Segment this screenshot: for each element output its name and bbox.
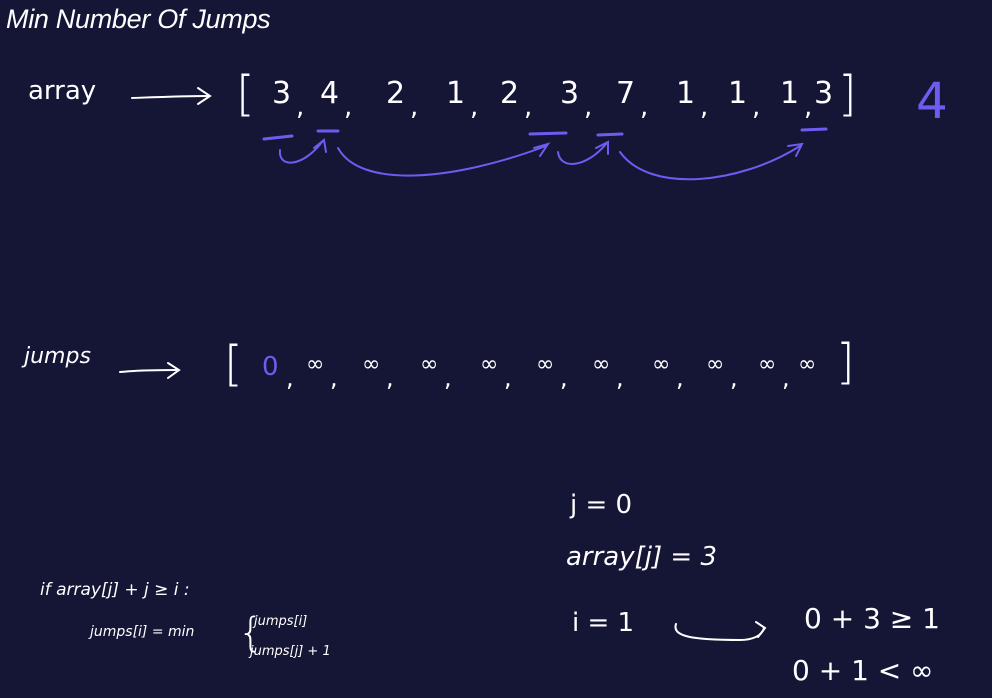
jump-underlines	[262, 127, 828, 141]
annotations	[119, 87, 828, 642]
array-arrow-icon	[131, 87, 212, 105]
jump-arcs	[278, 138, 804, 181]
jumps-arrow-icon	[119, 362, 181, 379]
i-line-arrow-icon	[674, 621, 767, 642]
